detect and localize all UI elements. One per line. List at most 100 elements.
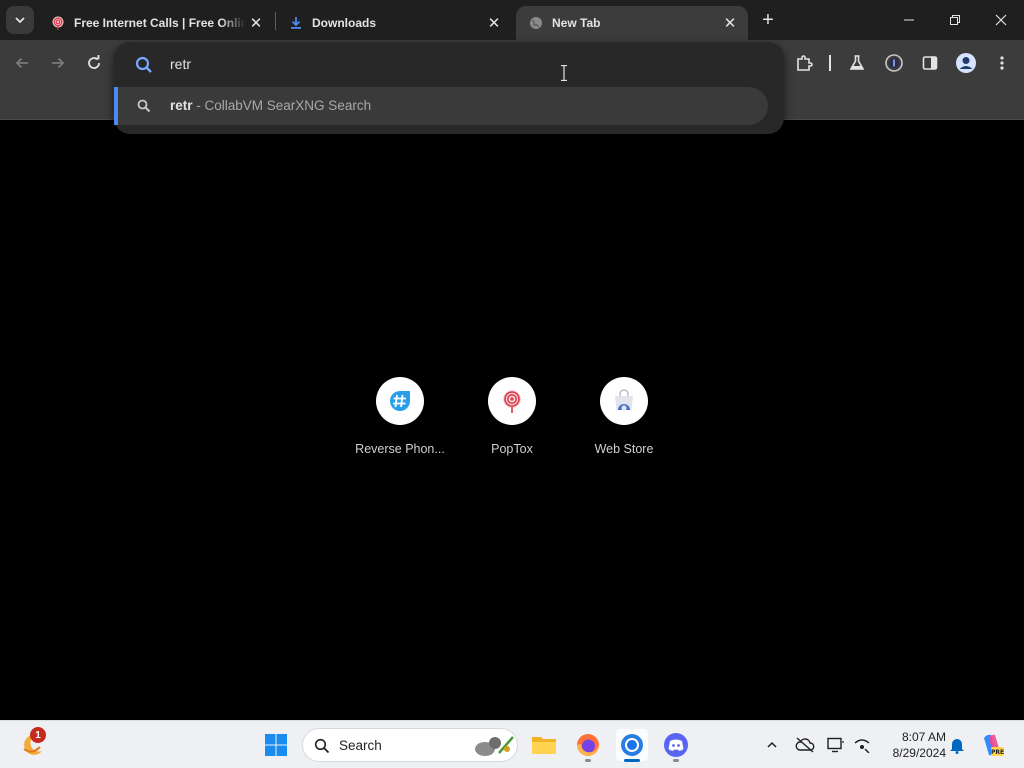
chevron-up-icon	[767, 741, 777, 748]
cloud-offline-icon	[795, 737, 815, 753]
shortcut-label: Web Store	[594, 442, 654, 456]
window-close-button[interactable]	[978, 0, 1024, 40]
extensions-button[interactable]	[789, 48, 819, 78]
hashtag-icon	[390, 391, 410, 411]
more-vertical-icon	[1000, 56, 1004, 70]
system-clock[interactable]: 8:07 AM 8/29/2024	[880, 729, 946, 761]
shortcut-reverse-phone[interactable]: Reverse Phon...	[344, 376, 456, 466]
search-icon	[135, 56, 152, 73]
clock-time: 8:07 AM	[901, 730, 946, 744]
shortcut-icon-circle	[488, 377, 536, 425]
network-icon	[854, 739, 870, 753]
notification-count-badge: 1	[30, 727, 46, 743]
bell-icon	[950, 739, 964, 754]
windows-taskbar: 1 Search 8:07 AM 8/29/2024 PRE	[0, 720, 1024, 768]
extension-badge-icon	[885, 54, 903, 72]
omnibox-suggestion[interactable]: retr - CollabVM SearXNG Search	[114, 87, 768, 125]
running-indicator	[585, 759, 591, 762]
omnibox-popup: retr retr - CollabVM SearXNG Search	[114, 42, 784, 134]
suggestion-separator: -	[192, 98, 205, 113]
flask-icon	[849, 55, 865, 70]
arrow-left-icon	[15, 57, 28, 69]
svg-text:PRE: PRE	[991, 749, 1004, 756]
suggestion-text: retr - CollabVM SearXNG Search	[170, 98, 371, 114]
suggestion-query: retr	[170, 98, 193, 113]
extension-button[interactable]	[879, 48, 909, 78]
poptox-lollipop-icon	[50, 15, 66, 31]
puzzle-piece-icon	[797, 55, 813, 71]
folder-icon	[532, 737, 556, 754]
tab-search-button[interactable]	[6, 6, 34, 34]
firefox-icon	[577, 734, 599, 756]
chevron-down-icon	[15, 17, 25, 24]
menu-button[interactable]	[987, 48, 1017, 78]
arrow-right-icon	[52, 57, 65, 69]
search-icon	[314, 738, 330, 754]
back-button[interactable]	[7, 48, 37, 78]
minimize-button[interactable]	[886, 0, 932, 40]
chrome-icon	[621, 734, 643, 756]
windows-logo-icon	[265, 734, 287, 756]
discord-button[interactable]	[660, 729, 692, 761]
monitor-icon	[827, 737, 844, 753]
forward-button[interactable]	[43, 48, 73, 78]
suggestion-engine: CollabVM SearXNG Search	[204, 98, 372, 113]
tab-title: New Tab	[552, 16, 601, 30]
web-store-icon	[615, 389, 633, 411]
close-icon[interactable]: ✕	[246, 13, 266, 33]
side-panel-icon	[922, 56, 938, 70]
copilot-icon: PRE	[984, 734, 1004, 756]
shortcut-label: Reverse Phon...	[355, 442, 445, 456]
lollipop-icon	[503, 390, 521, 413]
taskbar-search-label: Search	[339, 738, 382, 753]
reload-icon	[88, 55, 100, 69]
shortcut-poptox[interactable]: PopTox	[456, 376, 568, 466]
close-icon	[995, 14, 1007, 26]
taskbar-search-box[interactable]: Search	[302, 728, 518, 762]
show-hidden-icons-button[interactable]	[756, 729, 788, 761]
active-indicator	[624, 759, 640, 762]
copilot-button[interactable]: PRE	[976, 729, 1008, 761]
shortcut-icon-circle	[600, 377, 648, 425]
globe-icon	[528, 15, 544, 31]
file-explorer-button[interactable]	[528, 729, 560, 761]
close-icon[interactable]: ✕	[720, 13, 740, 33]
profile-avatar-icon	[956, 53, 976, 73]
close-icon[interactable]: ✕	[484, 13, 504, 33]
text-cursor-icon	[561, 65, 567, 81]
tab-free-internet-calls[interactable]: Free Internet Calls | Free Online ✕	[38, 6, 274, 40]
new-tab-button[interactable]: +	[756, 8, 780, 32]
tab-title: Free Internet Calls | Free Online	[74, 16, 246, 30]
selection-indicator	[114, 87, 118, 125]
toolbar-divider	[829, 55, 831, 71]
search-icon	[137, 99, 151, 113]
firefox-button[interactable]	[572, 729, 604, 761]
shortcut-web-store[interactable]: Web Store	[568, 376, 680, 466]
discord-icon	[664, 733, 688, 757]
widgets-button[interactable]: 1	[16, 727, 48, 761]
reload-button[interactable]	[79, 48, 109, 78]
minimize-icon	[904, 19, 914, 21]
display-button[interactable]	[821, 729, 851, 761]
tab-downloads[interactable]: Downloads ✕	[276, 6, 512, 40]
download-icon	[288, 15, 304, 31]
labs-button[interactable]	[842, 48, 872, 78]
side-panel-button[interactable]	[915, 48, 945, 78]
address-bar-input[interactable]: retr	[170, 55, 191, 73]
restore-icon	[950, 15, 960, 25]
notifications-button[interactable]	[944, 729, 970, 761]
tab-title: Downloads	[312, 16, 377, 30]
tab-strip: Free Internet Calls | Free Online ✕ Down…	[0, 0, 1024, 40]
chrome-button[interactable]	[616, 729, 648, 761]
profile-button[interactable]	[951, 48, 981, 78]
running-indicator	[673, 759, 679, 762]
shortcut-label: PopTox	[491, 442, 533, 456]
clock-date: 8/29/2024	[892, 746, 946, 760]
onedrive-button[interactable]	[789, 729, 821, 761]
shortcut-icon-circle	[376, 377, 424, 425]
restore-button[interactable]	[932, 0, 978, 40]
search-highlight-icon	[475, 736, 514, 756]
start-button[interactable]	[260, 729, 292, 761]
tab-new-tab[interactable]: New Tab ✕	[516, 6, 748, 40]
network-button[interactable]	[848, 729, 876, 761]
